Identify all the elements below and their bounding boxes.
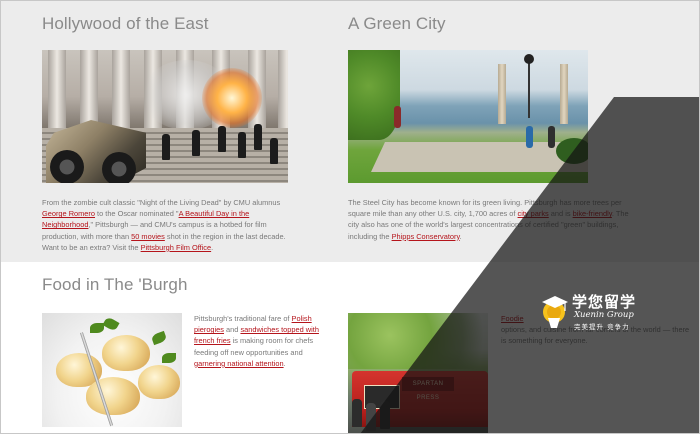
hollywood-text: From the zombie cult classic "Night of t… — [42, 198, 286, 252]
link-george-romero[interactable]: George Romero — [42, 209, 95, 218]
hollywood-image — [42, 50, 288, 183]
link-city-parks[interactable]: city parks — [518, 209, 549, 218]
link-phipps-conservatory[interactable]: Phipps Conservatory — [392, 232, 460, 241]
link-pittsburgh-film-office[interactable]: Pittsburgh Film Office — [141, 243, 212, 252]
watermark-subtitle: Xuenin Group — [574, 310, 634, 320]
graduation-cap-icon — [542, 296, 568, 328]
truck-sign: SPARTAN PRESS — [402, 377, 454, 401]
page: Hollywood of the East From the zombie cu… — [0, 0, 700, 434]
green-city-title: A Green City — [348, 14, 446, 33]
food-truck-image: SPARTAN PRESS — [348, 313, 488, 434]
green-city-image — [348, 50, 588, 183]
watermark-logo: 学您留学 Xuenin Group 完美提升 竞争力 — [540, 288, 650, 334]
food-image — [42, 313, 182, 427]
link-50-movies[interactable]: 50 movies — [131, 232, 165, 241]
food-title: Food in The 'Burgh — [42, 275, 188, 294]
watermark-tagline: 完美提升 竞争力 — [574, 323, 630, 331]
link-garnering-national-attention[interactable]: garnering national attention — [194, 359, 284, 368]
link-foodie[interactable]: Foodie — [501, 314, 524, 323]
watermark-title: 学您留学 — [572, 293, 637, 311]
food-text: Pittsburgh's traditional fare of Polish … — [194, 314, 319, 368]
link-bike-friendly[interactable]: bike-friendly — [573, 209, 612, 218]
hollywood-title: Hollywood of the East — [42, 14, 209, 33]
green-city-text: The Steel City has become known for its … — [348, 198, 629, 241]
